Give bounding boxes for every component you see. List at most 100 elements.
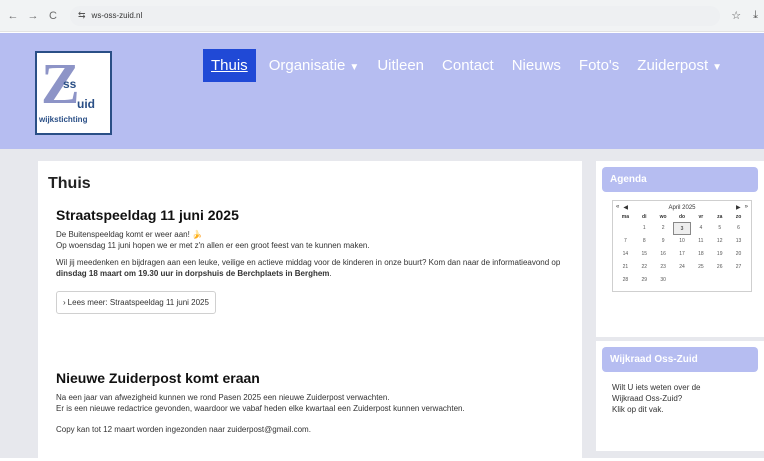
article-paragraph: De Buitenspeeldag komt er weer aan! 🍌 Op… bbox=[56, 229, 576, 251]
calendar-day[interactable]: 3 bbox=[672, 222, 692, 235]
article-bold-text: dinsdag 18 maart om 19.30 uur in dorpshu… bbox=[56, 269, 330, 278]
bookmark-star-icon[interactable]: ☆ bbox=[731, 9, 741, 22]
wijkraad-link[interactable]: Klik op dit vak. bbox=[612, 405, 664, 414]
article-text: Er is een nieuwe redactrice gevonden, wa… bbox=[56, 404, 465, 413]
main-nav: Thuis Organisatie ▼ Uitleen Contact Nieuw… bbox=[203, 49, 735, 82]
logo-subtitle: wijkstichting bbox=[39, 115, 88, 124]
article-text: Na een jaar van afwezigheid kunnen we ro… bbox=[56, 393, 390, 402]
nav-item-label: Organisatie bbox=[268, 57, 346, 74]
forward-arrow-icon[interactable]: → bbox=[26, 9, 40, 23]
calendar-day[interactable]: 15 bbox=[635, 248, 654, 261]
calendar: « ◀ April 2025 ▶ » ma di wo do vr za zo 1 2 3 4 5 6 7… bbox=[612, 200, 752, 292]
article-straatspeeldag: Straatspeeldag 11 juni 2025 De Buitenspe… bbox=[56, 207, 576, 314]
calendar-grid: ma di wo do vr za zo 1 2 3 4 5 6 7 8 9 10 11 12 13 14 15 16 17 1… bbox=[616, 213, 748, 287]
article-text: . bbox=[329, 269, 332, 278]
calendar-day[interactable]: 8 bbox=[635, 235, 654, 248]
nav-item-label: Zuiderpost bbox=[637, 57, 709, 74]
article-title[interactable]: Nieuwe Zuiderpost komt eraan bbox=[56, 370, 576, 386]
calendar-day[interactable]: 23 bbox=[654, 261, 673, 274]
page-title: Thuis bbox=[48, 175, 91, 192]
wijkraad-body: Wilt U iets weten over de Wijkraad Oss-Z… bbox=[596, 372, 764, 425]
calendar-weekday: za bbox=[717, 214, 723, 220]
calendar-day[interactable]: 10 bbox=[673, 235, 692, 248]
article-text: Wil jij meedenken en bijdragen aan een l… bbox=[56, 258, 561, 267]
calendar-day[interactable]: 21 bbox=[616, 261, 635, 274]
calendar-day[interactable]: 11 bbox=[691, 235, 710, 248]
wijkraad-title: Wijkraad Oss-Zuid bbox=[602, 347, 758, 372]
calendar-weekday: do bbox=[678, 214, 686, 220]
logo-uid-text: uid bbox=[77, 97, 95, 111]
calendar-day[interactable]: 25 bbox=[691, 261, 710, 274]
calendar-weekday: ma bbox=[621, 214, 630, 220]
nav-item-contact[interactable]: Contact bbox=[437, 49, 499, 82]
article-zuiderpost: Nieuwe Zuiderpost komt eraan Na een jaar… bbox=[56, 370, 576, 435]
prev-month-icon[interactable]: ◀ bbox=[623, 204, 628, 211]
calendar-day[interactable]: 19 bbox=[710, 248, 729, 261]
site-info-icon[interactable]: ⇆ bbox=[78, 10, 86, 21]
calendar-day[interactable]: 17 bbox=[673, 248, 692, 261]
article-title[interactable]: Straatspeeldag 11 juni 2025 bbox=[56, 207, 576, 223]
wijkraad-widget[interactable]: Wijkraad Oss-Zuid Wilt U iets weten over… bbox=[596, 341, 764, 451]
logo-ss-text: ss bbox=[63, 77, 77, 91]
calendar-day[interactable]: 9 bbox=[654, 235, 673, 248]
calendar-day[interactable]: 2 bbox=[654, 222, 673, 235]
calendar-empty-cell bbox=[691, 274, 710, 287]
calendar-empty-cell bbox=[710, 274, 729, 287]
wijkraad-text: Wilt U iets weten over de bbox=[612, 383, 701, 392]
calendar-empty-cell bbox=[673, 274, 692, 287]
url-text[interactable]: ws-oss-zuid.nl bbox=[92, 11, 143, 20]
browser-toolbar: ← → C ⇆ ws-oss-zuid.nl ☆ ⤓ bbox=[0, 0, 764, 32]
agenda-widget: Agenda « ◀ April 2025 ▶ » ma di wo do vr za zo… bbox=[596, 161, 764, 337]
article-paragraph: Na een jaar van afwezigheid kunnen we ro… bbox=[56, 392, 576, 414]
calendar-day[interactable]: 30 bbox=[654, 274, 673, 287]
read-more-button[interactable]: › Lees meer: Straatspeeldag 11 juni 2025 bbox=[56, 291, 216, 314]
calendar-day[interactable]: 24 bbox=[673, 261, 692, 274]
calendar-day[interactable]: 22 bbox=[635, 261, 654, 274]
back-arrow-icon[interactable]: ← bbox=[6, 9, 20, 23]
nav-item-thuis[interactable]: Thuis bbox=[203, 49, 256, 82]
calendar-day[interactable]: 16 bbox=[654, 248, 673, 261]
nav-item-fotos[interactable]: Foto's bbox=[574, 49, 624, 82]
article-paragraph: Copy kan tot 12 maart worden ingezonden … bbox=[56, 425, 311, 434]
agenda-title: Agenda bbox=[602, 167, 758, 192]
site-logo[interactable]: Z ss uid wijkstichting bbox=[35, 51, 112, 135]
prev-year-icon[interactable]: « bbox=[616, 204, 619, 211]
calendar-day[interactable]: 26 bbox=[710, 261, 729, 274]
next-year-icon[interactable]: » bbox=[745, 204, 748, 211]
calendar-header: « ◀ April 2025 ▶ » bbox=[616, 204, 748, 211]
reload-icon[interactable]: C bbox=[46, 9, 60, 23]
calendar-day[interactable]: 20 bbox=[729, 248, 748, 261]
article-paragraph: Wil jij meedenken en bijdragen aan een l… bbox=[56, 257, 576, 279]
chevron-down-icon: ▼ bbox=[349, 62, 360, 73]
calendar-empty-cell bbox=[729, 274, 748, 287]
calendar-day[interactable]: 18 bbox=[691, 248, 710, 261]
calendar-day[interactable]: 4 bbox=[691, 222, 710, 235]
calendar-month: April 2025 bbox=[668, 204, 696, 211]
nav-item-organisatie[interactable]: Organisatie ▼ bbox=[264, 49, 365, 82]
calendar-day[interactable]: 14 bbox=[616, 248, 635, 261]
calendar-day[interactable]: 28 bbox=[616, 274, 635, 287]
main-content-card: Thuis Straatspeeldag 11 juni 2025 De Bui… bbox=[38, 161, 582, 461]
nav-item-zuiderpost[interactable]: Zuiderpost ▼ bbox=[632, 49, 727, 82]
calendar-weekday: di bbox=[642, 214, 647, 220]
download-icon[interactable]: ⤓ bbox=[753, 9, 758, 22]
calendar-weekday: vr bbox=[698, 214, 704, 220]
calendar-day[interactable]: 12 bbox=[710, 235, 729, 248]
page-content: Thuis Straatspeeldag 11 juni 2025 De Bui… bbox=[0, 149, 764, 461]
site-header: Z ss uid wijkstichting Thuis Organisatie… bbox=[0, 33, 764, 149]
calendar-day[interactable]: 29 bbox=[635, 274, 654, 287]
calendar-weekday: wo bbox=[659, 214, 667, 220]
nav-item-nieuws[interactable]: Nieuws bbox=[507, 49, 566, 82]
chevron-right-icon: › bbox=[63, 298, 66, 307]
calendar-day[interactable]: 5 bbox=[710, 222, 729, 235]
address-bar[interactable]: ⇆ ws-oss-zuid.nl bbox=[70, 5, 720, 26]
calendar-day[interactable]: 1 bbox=[635, 222, 654, 235]
next-month-icon[interactable]: ▶ bbox=[736, 204, 741, 211]
wijkraad-text: Wijkraad Oss-Zuid? bbox=[612, 394, 683, 403]
calendar-empty-cell bbox=[616, 222, 635, 235]
calendar-day[interactable]: 7 bbox=[616, 235, 635, 248]
calendar-day[interactable]: 6 bbox=[729, 222, 748, 235]
calendar-day[interactable]: 27 bbox=[729, 261, 748, 274]
nav-item-uitleen[interactable]: Uitleen bbox=[372, 49, 429, 82]
calendar-day[interactable]: 13 bbox=[729, 235, 748, 248]
